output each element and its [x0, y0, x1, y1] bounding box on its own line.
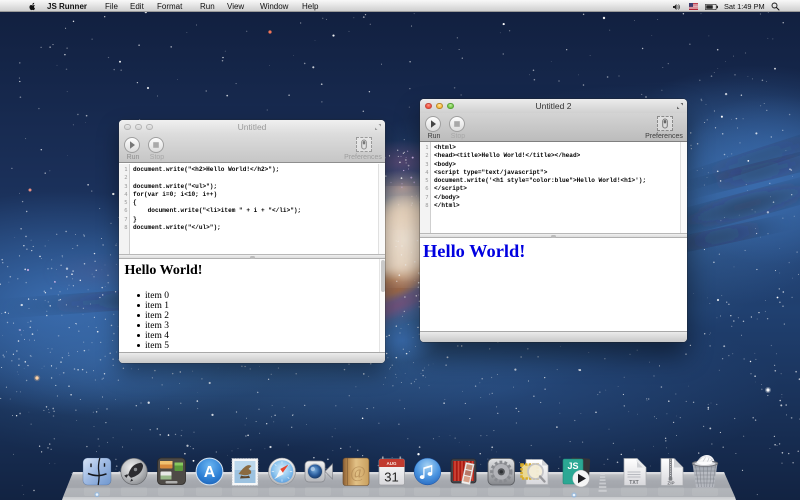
svg-text:@: @	[350, 463, 366, 482]
svg-text:TXT: TXT	[629, 480, 638, 486]
svg-text:31: 31	[384, 470, 398, 485]
svg-text:AUG: AUG	[387, 461, 397, 466]
svg-text:A: A	[204, 464, 216, 481]
svg-text:JS: JS	[567, 461, 578, 471]
svg-text:ZIP: ZIP	[667, 481, 674, 486]
